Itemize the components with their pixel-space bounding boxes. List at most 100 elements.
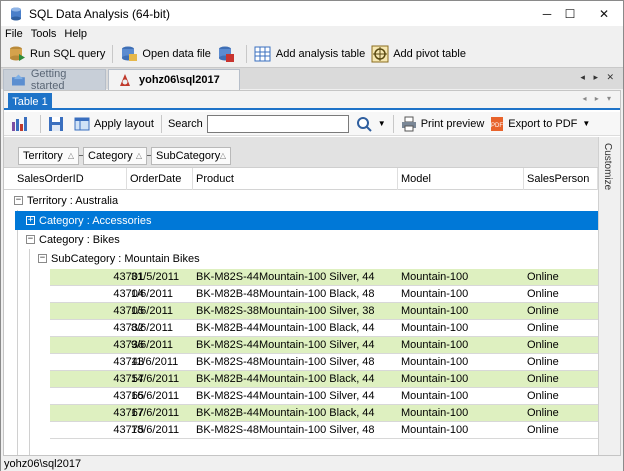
cell-product: BK-M82S-44Mountain-100 Silver, 44	[196, 390, 375, 402]
cell-product: BK-M82S-48Mountain-100 Silver, 48	[196, 424, 375, 436]
data-grid: Territory △ Category △ SubCategory △ SalesO…	[4, 137, 598, 455]
column-header-orderdate[interactable]: OrderDate	[127, 168, 193, 190]
database-run-icon	[10, 46, 25, 61]
table-row[interactable]: 43736 9/6/2011 BK-M82S-44Mountain-100 Silv…	[50, 337, 598, 354]
collapse-icon[interactable]: −	[26, 235, 35, 244]
table-row[interactable]: 43775 18/6/2011 BK-M82S-48Mountain-100 Sil…	[50, 422, 598, 439]
cell-model: Mountain-100	[401, 322, 469, 334]
table-row[interactable]: 43765 16/6/2011 BK-M82S-44Mountain-100 Sil…	[50, 388, 598, 405]
group-panel: Territory △ Category △ SubCategory △	[4, 137, 598, 168]
column-header-product[interactable]: Product	[193, 168, 398, 190]
cell-model: Mountain-100	[401, 407, 469, 419]
cell-product: BK-M82B-44Mountain-100 Black, 44	[196, 373, 375, 385]
group-chip-label: SubCategory	[156, 150, 221, 162]
group-row-territory[interactable]: − Territory : Australia	[4, 191, 598, 210]
column-header-model[interactable]: Model	[398, 168, 524, 190]
table-row[interactable]: 43743 11/6/2011 BK-M82S-48Mountain-100 Sil…	[50, 354, 598, 371]
collapse-icon[interactable]: −	[38, 254, 47, 263]
cell-orderdate: 18/6/2011	[131, 424, 180, 436]
cell-orderdate: 1/6/2011	[131, 288, 174, 300]
print-preview-label: Print preview	[420, 117, 485, 130]
cell-salesperson: Online	[527, 424, 559, 436]
add-analysis-table-button[interactable]: Add analysis table	[251, 43, 368, 65]
database-open-icon	[122, 46, 138, 61]
inner-tab-nav[interactable]: ◂ ▸ ▾	[583, 94, 615, 103]
apply-layout-button[interactable]: Apply layout	[71, 113, 157, 135]
save-layout-button[interactable]	[45, 113, 71, 135]
table-row[interactable]: 43705 1/6/2011 BK-M82S-38Mountain-100 Silv…	[50, 303, 598, 320]
customize-sidebar[interactable]: Customize	[598, 137, 620, 455]
cell-product: BK-M82B-44Mountain-100 Black, 44	[196, 407, 375, 419]
run-sql-query-button[interactable]: Run SQL query	[5, 43, 108, 65]
group-row-label: Category : Accessories	[39, 214, 152, 227]
toolbar-divider	[160, 114, 162, 133]
column-header-salesorderid[interactable]: SalesOrderID	[14, 168, 127, 190]
document-tab-nav[interactable]: ◂ ▸ ✕	[580, 72, 617, 83]
printer-icon	[401, 116, 416, 131]
collapse-icon[interactable]: −	[14, 196, 23, 205]
status-bar: yohz06\sql2017	[1, 457, 623, 471]
menu-help[interactable]: Help	[64, 28, 87, 40]
expand-icon[interactable]: +	[26, 216, 35, 225]
status-connection-label: yohz06\sql2017	[4, 458, 82, 470]
home-arrow-icon	[12, 74, 25, 86]
search-icon	[356, 116, 372, 132]
search-label: Search	[167, 117, 203, 130]
search-options-button[interactable]: ▼	[353, 113, 389, 135]
group-row-label: Category : Bikes	[39, 233, 120, 246]
cell-salesperson: Online	[527, 271, 559, 283]
export-to-pdf-button[interactable]: PDF Export to PDF ▼	[487, 113, 593, 135]
tab-connection[interactable]: yohz06\sql2017	[108, 69, 240, 90]
cell-salesperson: Online	[527, 288, 559, 300]
sort-triangle-icon: △	[219, 151, 226, 160]
tab-connection-label: yohz06\sql2017	[139, 74, 220, 86]
pivot-add-icon	[371, 45, 389, 63]
cell-orderdate: 16/6/2011	[131, 390, 180, 402]
open-data-file-button[interactable]: Open data file	[117, 43, 214, 65]
search-input[interactable]	[206, 114, 349, 133]
toolbar-divider	[40, 114, 41, 133]
toolbar-divider	[112, 45, 114, 63]
inner-tab-strip: Table 1 ◂ ▸ ▾	[4, 91, 620, 110]
tab-getting-started[interactable]: Getting started	[3, 68, 106, 92]
column-header-salesperson[interactable]: SalesPerson	[524, 168, 598, 190]
cell-model: Mountain-100	[401, 356, 469, 368]
svg-text:PDF: PDF	[491, 123, 503, 129]
cell-orderdate: 8/6/2011	[131, 322, 174, 334]
cell-salesperson: Online	[527, 322, 559, 334]
title-bar: SQL Data Analysis (64-bit) ─ ☐ ✕	[1, 1, 623, 26]
add-pivot-table-button[interactable]: Add pivot table	[368, 43, 469, 65]
table-toolbar: Apply layout Search ▼ Print preview PDF …	[4, 112, 620, 136]
group-row-mountain-bikes[interactable]: − SubCategory : Mountain Bikes	[27, 249, 598, 268]
group-chip-subcategory[interactable]: SubCategory △	[151, 147, 231, 165]
cell-product: BK-M82S-48Mountain-100 Silver, 48	[196, 356, 375, 368]
cell-model: Mountain-100	[401, 390, 469, 402]
cell-orderdate: 14/6/2011	[131, 373, 180, 385]
cell-model: Mountain-100	[401, 373, 469, 385]
group-chip-territory[interactable]: Territory △	[18, 147, 79, 165]
table-row[interactable]: 43732 8/6/2011 BK-M82B-44Mountain-100 Blac…	[50, 320, 598, 337]
group-row-accessories[interactable]: + Category : Accessories	[15, 211, 598, 230]
save-data-button[interactable]	[214, 43, 242, 65]
tab-table-1[interactable]: Table 1	[8, 93, 52, 110]
group-row-label: Territory : Australia	[27, 194, 119, 207]
close-button[interactable]: ✕	[581, 1, 624, 26]
group-row-bikes[interactable]: − Category : Bikes	[15, 230, 598, 249]
table-row[interactable]: 43704 1/6/2011 BK-M82B-48Mountain-100 Blac…	[50, 286, 598, 303]
cell-orderdate: 9/6/2011	[131, 339, 174, 351]
cell-model: Mountain-100	[401, 305, 469, 317]
table-add-icon	[254, 46, 271, 62]
print-preview-button[interactable]: Print preview	[398, 113, 488, 135]
group-chip-category[interactable]: Category △	[83, 147, 147, 165]
cell-model: Mountain-100	[401, 424, 469, 436]
menu-tools[interactable]: Tools	[31, 28, 57, 40]
table-row[interactable]: 43767 17/6/2011 BK-M82B-44Mountain-100 Bla…	[50, 405, 598, 422]
chart-button[interactable]	[8, 113, 36, 135]
layout-icon	[74, 117, 90, 130]
toolbar-divider	[245, 45, 247, 63]
menu-file[interactable]: File	[5, 28, 23, 40]
table-row[interactable]: 43701 31/5/2011 BK-M82S-44Mountain-100 Sil…	[50, 269, 598, 286]
app-icon	[9, 7, 23, 21]
cell-salesperson: Online	[527, 356, 559, 368]
table-row[interactable]: 43757 14/6/2011 BK-M82B-44Mountain-100 Bla…	[50, 371, 598, 388]
